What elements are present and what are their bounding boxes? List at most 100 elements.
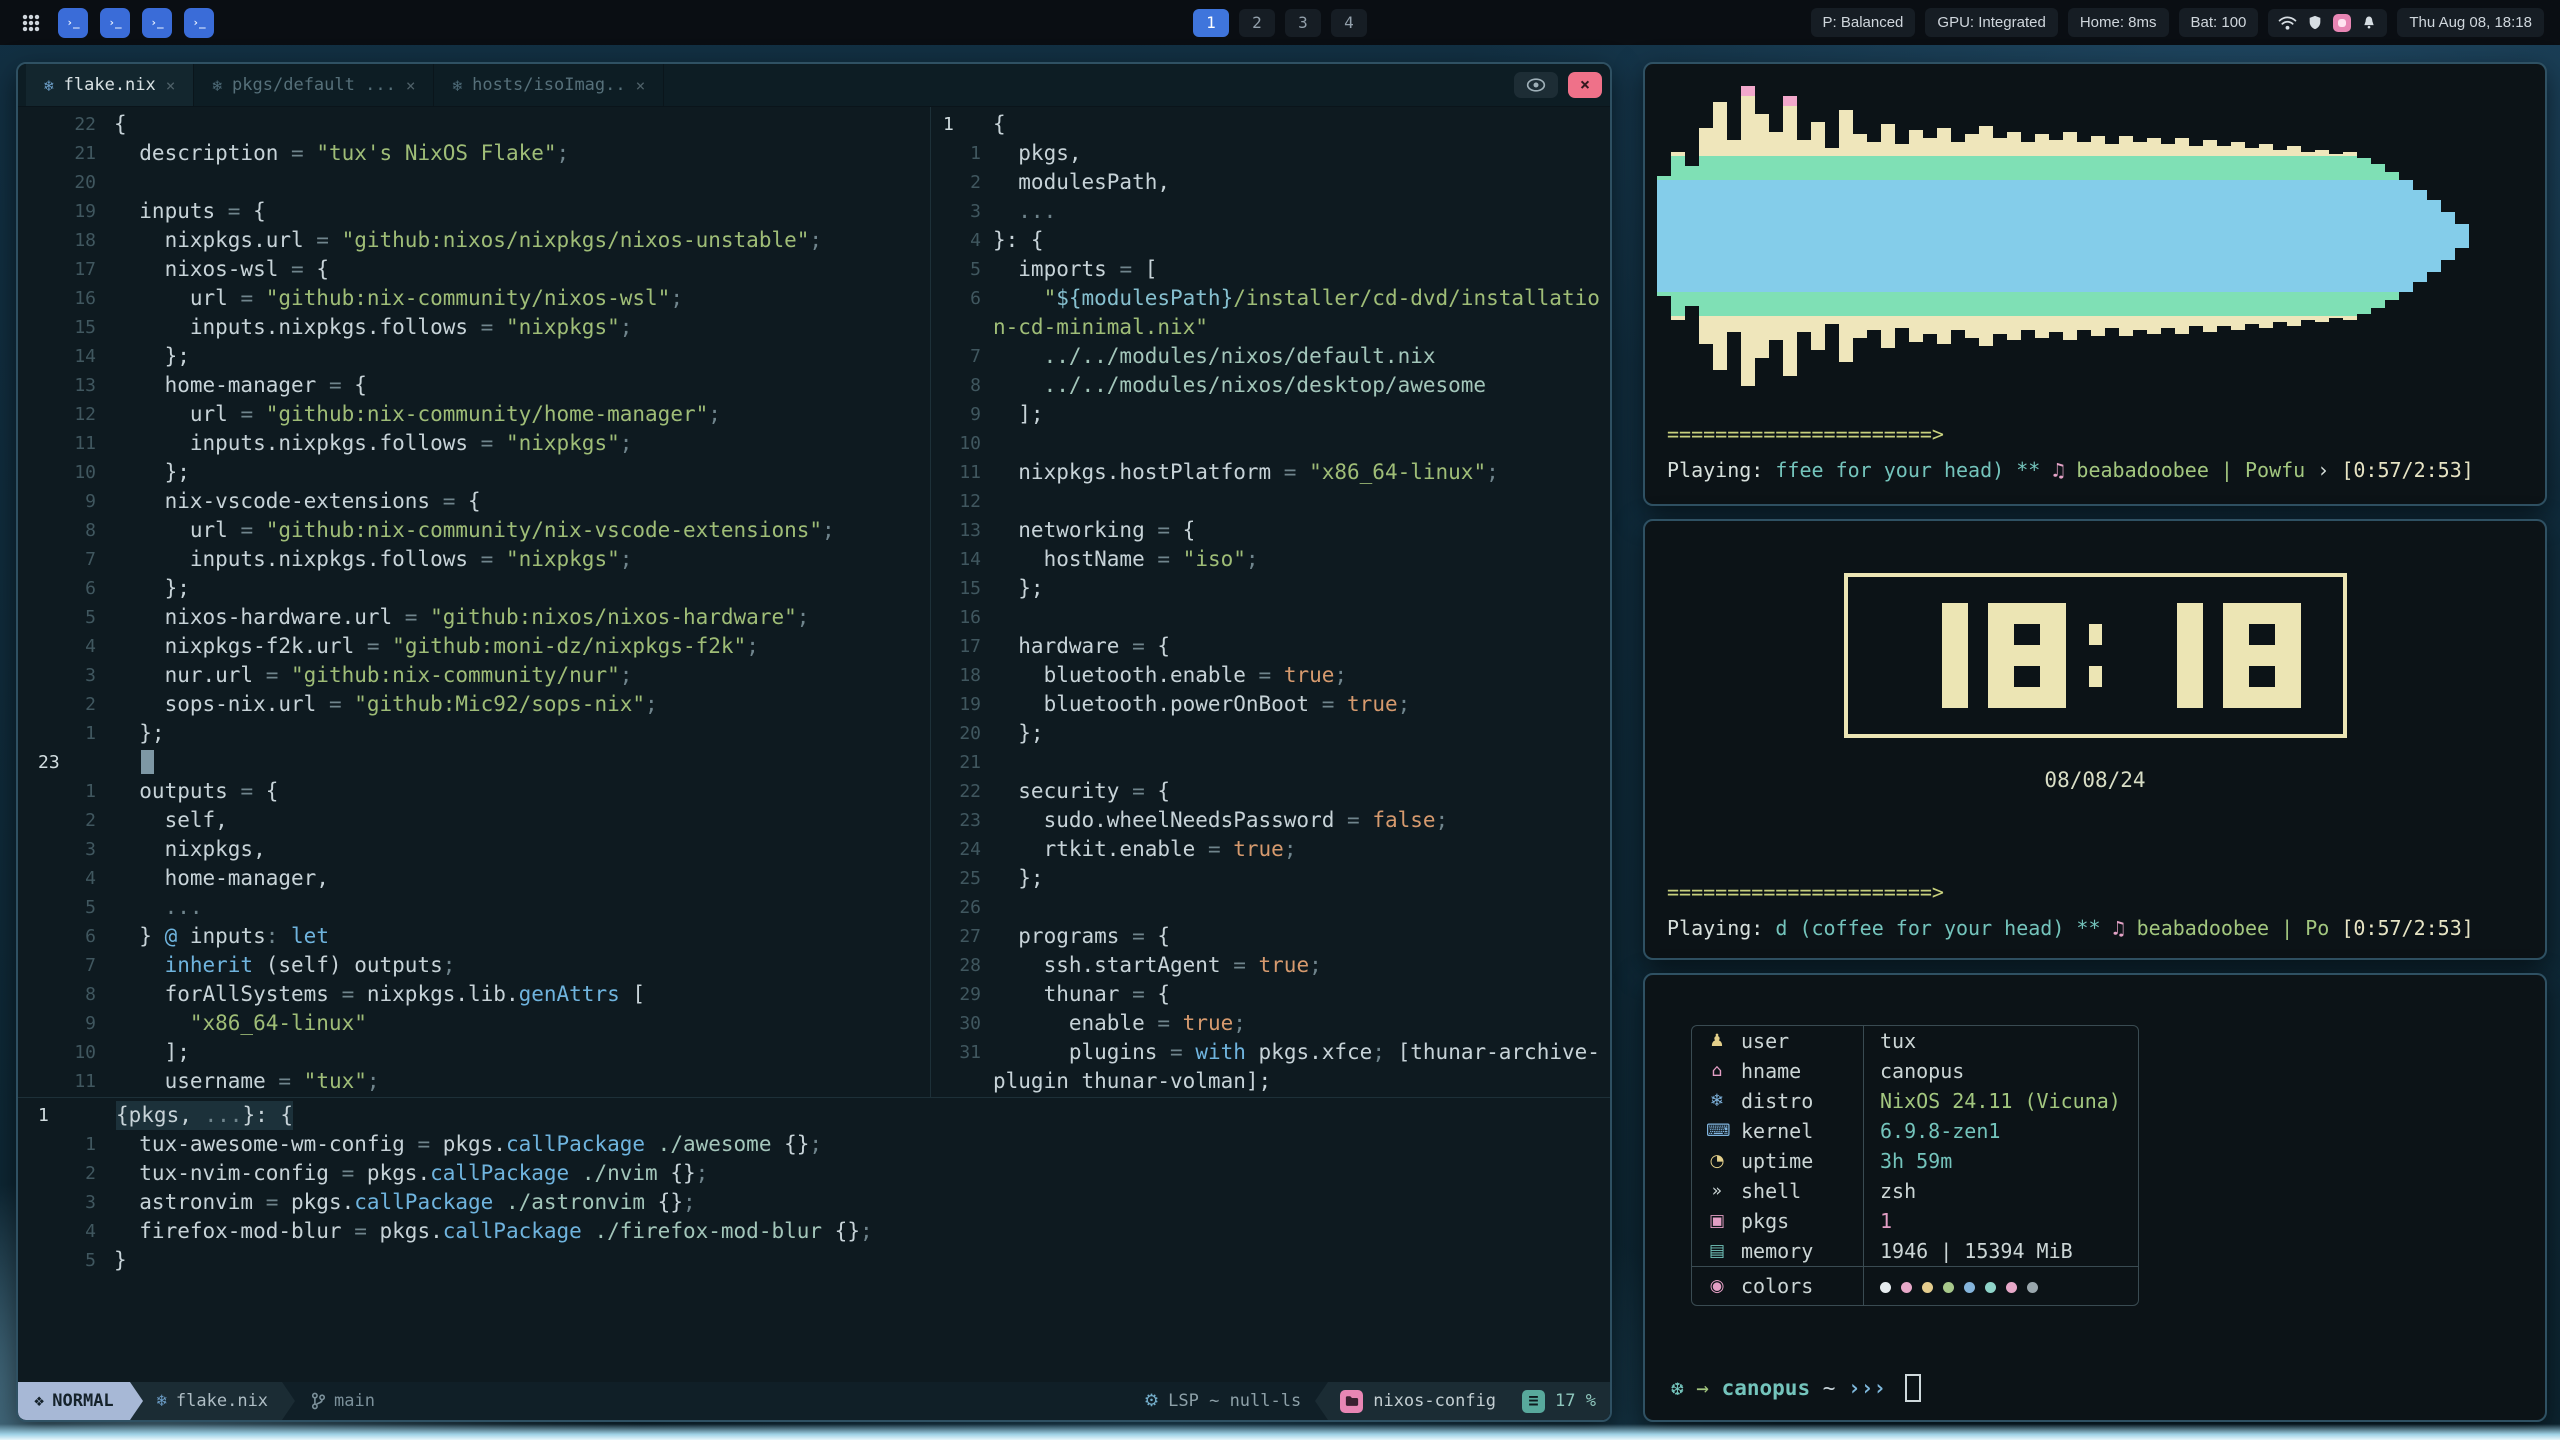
visualizer-bar	[2147, 138, 2161, 334]
fetch-value: zsh	[1864, 1179, 1916, 1203]
code-line: 5}	[18, 1246, 1610, 1275]
visualizer-bar	[1853, 134, 1867, 338]
fetch-value: NixOS 24.11 (Vicuna)	[1864, 1089, 2121, 1113]
workspace-button-2[interactable]: 2	[1239, 9, 1275, 37]
visualizer-bar	[2203, 140, 2217, 332]
visualizer-bar	[1867, 142, 1881, 330]
separator	[282, 1382, 295, 1420]
tab-close-icon[interactable]: ×	[406, 76, 416, 95]
wifi-icon[interactable]	[2278, 15, 2297, 31]
separator	[130, 1382, 143, 1420]
code-line: 22 security = {	[931, 777, 1610, 806]
code-line: n-cd-minimal.nix"	[931, 313, 1610, 342]
audio-waveform	[1657, 76, 2533, 396]
gear-icon: ⚙	[1144, 1391, 1159, 1411]
code-line: 1 tux-awesome-wm-config = pkgs.callPacka…	[18, 1130, 1610, 1159]
workspace-button-1[interactable]: 1	[1193, 9, 1229, 37]
tab-label: pkgs/default ...	[232, 75, 396, 95]
code-line: 18 nixpkgs.url = "github:nixos/nixpkgs/n…	[18, 226, 930, 255]
workspace-button-4[interactable]: 4	[1331, 9, 1367, 37]
digital-clock	[1844, 573, 2347, 738]
code-line: 12 url = "github:nix-community/home-mana…	[18, 400, 930, 429]
git-branch-indicator: main	[295, 1382, 391, 1420]
pane-iso-image[interactable]: 1{1 pkgs,2 modulesPath,3 ...4}: {5 impor…	[931, 107, 1610, 1097]
code-line: 13 home-manager = {	[18, 371, 930, 400]
code-line: 19 bluetooth.powerOnBoot = true;	[931, 690, 1610, 719]
screenshot-tray-icon[interactable]	[2333, 14, 2351, 32]
code-line: 1 pkgs,	[931, 139, 1610, 168]
power-profile-status: P: Balanced	[1811, 8, 1916, 37]
code-line: 9 ];	[931, 400, 1610, 429]
code-line: 9 "x86_64-linux"	[18, 1009, 930, 1038]
visualizer-bar	[2077, 142, 2091, 330]
toggle-view-button[interactable]	[1514, 72, 1558, 98]
code-line: 6 "${modulesPath}/installer/cd-dvd/insta…	[931, 284, 1610, 313]
tab-pkgs-default[interactable]: ❄ pkgs/default ... ×	[194, 64, 434, 106]
ping-status: Home: 8ms	[2068, 8, 2169, 37]
taskbar-app-icon[interactable]: ›_	[58, 8, 88, 38]
mode-icon: ❖	[34, 1391, 44, 1411]
code-line: 26	[931, 893, 1610, 922]
color-swatch	[2027, 1282, 2038, 1293]
bell-icon[interactable]	[2361, 14, 2377, 31]
visualizer-bar	[2455, 224, 2469, 248]
taskbar-app-icon[interactable]: ›_	[184, 8, 214, 38]
visualizer-bar	[1685, 166, 1699, 306]
visualizer-bar	[2343, 152, 2357, 320]
system-fetch-window: ♟user tux ⌂hname canopus ❄distro NixOS 2…	[1643, 973, 2547, 1422]
tab-flake-nix[interactable]: ❄ flake.nix ×	[26, 64, 194, 106]
tab-close-icon[interactable]: ×	[636, 76, 646, 95]
visualizer-bar	[2441, 212, 2455, 260]
pane-pkgs-default[interactable]: 1{pkgs, ...}: {1 tux-awesome-wm-config =…	[18, 1098, 1610, 1384]
code-line: 4}: {	[931, 226, 1610, 255]
statusline-filename: ❄ flake.nix	[143, 1382, 282, 1420]
clock-widget[interactable]: Thu Aug 08, 18:18	[2397, 8, 2544, 37]
visualizer-bar	[1825, 148, 1839, 324]
packages-icon: ▣	[1706, 1211, 1728, 1231]
code-line: 3 nur.url = "github:nix-community/nur";	[18, 661, 930, 690]
pane-flake-nix[interactable]: 22{21 description = "tux's NixOS Flake";…	[18, 107, 931, 1097]
shell-prompt[interactable]: ❆ → canopus ~ ›››	[1671, 1374, 1921, 1402]
fetch-label: hname	[1741, 1059, 1801, 1083]
tab-close-icon[interactable]: ×	[166, 76, 176, 95]
fetch-label: kernel	[1741, 1119, 1813, 1143]
visualizer-bar	[2133, 142, 2147, 330]
memory-icon: ▤	[1706, 1241, 1728, 1261]
window-close-button[interactable]: ×	[1568, 72, 1602, 98]
taskbar-app-icon[interactable]: ›_	[142, 8, 172, 38]
branch-label: main	[334, 1391, 375, 1411]
clock-date: 08/08/24	[1645, 768, 2545, 792]
mode-label: NORMAL	[52, 1391, 113, 1411]
visualizer-bar	[2413, 190, 2427, 282]
fetch-row: ⌂hname canopus	[1692, 1056, 2138, 1086]
workspace-button-3[interactable]: 3	[1285, 9, 1321, 37]
code-line: 30 enable = true;	[931, 1009, 1610, 1038]
code-line: 1{	[931, 110, 1610, 139]
now-playing: Playing: ffee for your head) ** ♫ beabad…	[1667, 458, 2474, 482]
fetch-row: ⌨kernel 6.9.8-zen1	[1692, 1116, 2138, 1146]
visualizer-bar	[1993, 138, 2007, 334]
shield-icon[interactable]	[2307, 14, 2323, 31]
code-line: 22{	[18, 110, 930, 139]
user-icon: ♟	[1706, 1031, 1728, 1051]
tab-hosts-isoimage[interactable]: ❄ hosts/isoImag.. ×	[434, 64, 664, 106]
terminal-icon: ›_	[108, 16, 121, 29]
visualizer-bar	[2189, 146, 2203, 326]
distro-icon: ❄	[1706, 1091, 1728, 1111]
visualizer-bar	[2217, 146, 2231, 326]
visualizer-bar	[1965, 134, 1979, 338]
visualizer-bar	[1937, 128, 1951, 344]
code-line: 4 home-manager,	[18, 864, 930, 893]
visualizer-bar	[2245, 148, 2259, 324]
close-icon: ×	[1580, 75, 1590, 95]
fetch-row: ▣pkgs 1	[1692, 1206, 2138, 1236]
code-line: 6 };	[18, 574, 930, 603]
fetch-label: user	[1741, 1029, 1789, 1053]
taskbar-app-icon[interactable]: ›_	[100, 8, 130, 38]
code-line: 23 sudo.wheelNeedsPassword = false;	[931, 806, 1610, 835]
clock-digit	[2223, 603, 2301, 708]
clock-digits	[1890, 603, 2301, 708]
app-launcher-icon[interactable]	[16, 8, 46, 38]
visualizer-bar	[2063, 132, 2077, 340]
visualizer-bar	[2315, 150, 2329, 322]
